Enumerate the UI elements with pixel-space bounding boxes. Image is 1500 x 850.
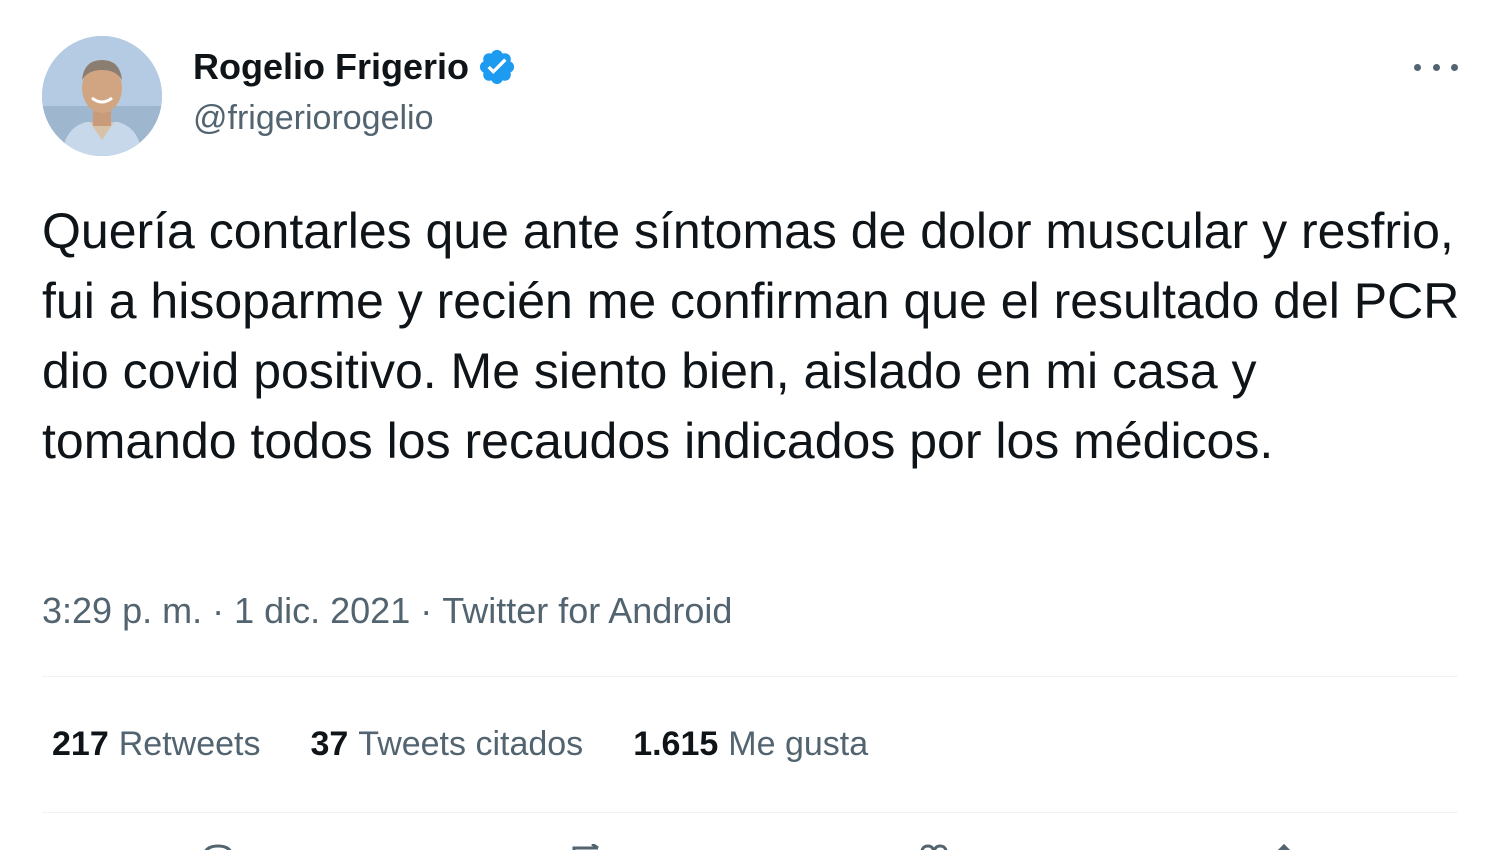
more-options-icon[interactable] — [1414, 52, 1458, 82]
quotes-count: 37 — [310, 725, 349, 763]
tweet-source[interactable]: Twitter for Android — [442, 590, 732, 631]
more-dot — [1451, 63, 1458, 71]
meta-separator: · — [420, 590, 433, 631]
share-icon[interactable] — [1266, 844, 1302, 850]
author-name-text[interactable]: Rogelio Frigerio — [193, 44, 469, 90]
retweets-label: Retweets — [118, 725, 261, 763]
avatar-photo — [42, 36, 162, 156]
reply-icon[interactable] — [200, 844, 236, 850]
tweet-time[interactable]: 3:29 p. m. — [42, 590, 202, 631]
like-icon[interactable] — [916, 844, 952, 850]
tweet-meta: 3:29 p. m. · 1 dic. 2021 · Twitter for Andro… — [42, 588, 732, 634]
more-dot — [1432, 63, 1440, 71]
retweets-count: 217 — [52, 725, 109, 763]
likes-count: 1.615 — [633, 725, 719, 763]
divider — [42, 812, 1458, 813]
retweet-icon[interactable] — [570, 844, 606, 850]
tweet-text: Quería contarles que ante síntomas de do… — [42, 203, 1460, 469]
quotes-stat[interactable]: 37 Tweets citados — [310, 721, 583, 767]
divider — [42, 676, 1458, 677]
tweet-card: Rogelio Frigerio @frigeriorogelio Quería… — [0, 0, 1500, 850]
tweet-stats: 217 Retweets 37 Tweets citados 1.615 Me gus… — [52, 721, 918, 767]
author-name[interactable]: Rogelio Frigerio — [193, 44, 517, 90]
author-handle[interactable]: @frigeriorogelio — [193, 96, 434, 140]
verified-badge-icon — [477, 47, 517, 87]
action-bar — [0, 836, 1500, 850]
likes-label: Me gusta — [728, 725, 869, 763]
meta-separator: · — [212, 590, 225, 631]
quotes-label: Tweets citados — [358, 725, 584, 763]
likes-stat[interactable]: 1.615 Me gusta — [633, 721, 868, 767]
retweets-stat[interactable]: 217 Retweets — [52, 721, 260, 767]
more-dot — [1414, 63, 1421, 71]
avatar[interactable] — [42, 36, 162, 156]
tweet-date[interactable]: 1 dic. 2021 — [234, 590, 410, 631]
